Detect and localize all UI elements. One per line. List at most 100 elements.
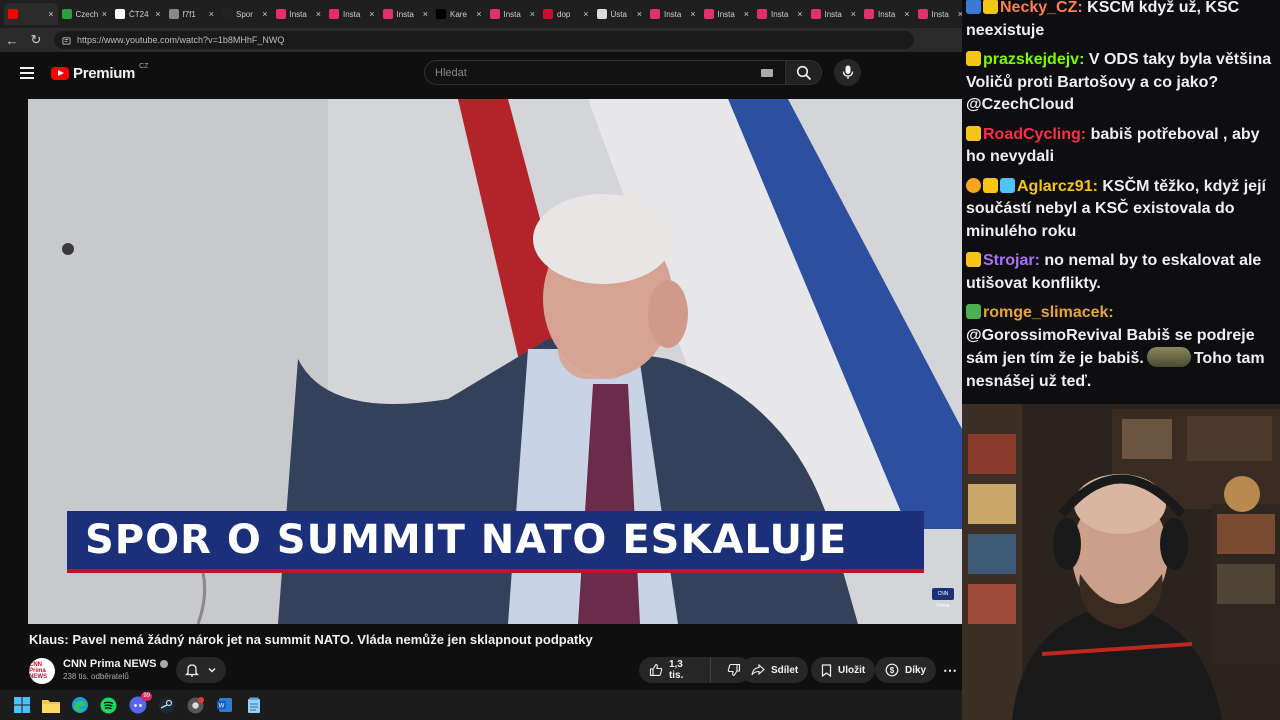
tab-label: Spor (236, 9, 253, 19)
tab-close-icon[interactable]: × (690, 9, 695, 19)
back-button[interactable]: ← (0, 33, 24, 48)
spotify-icon[interactable] (99, 696, 118, 715)
share-button[interactable]: Sdílet (741, 657, 809, 683)
edge-browser-icon[interactable] (70, 696, 89, 715)
tab-label: Insta (503, 9, 521, 19)
youtube-premium-logo[interactable]: Premium CZ (51, 63, 148, 82)
tab-label: Insta (717, 9, 735, 19)
tab-label: Insta (771, 9, 789, 19)
notepad-icon[interactable] (244, 696, 263, 715)
chat-badge-icon[interactable] (983, 177, 998, 193)
tab-close-icon[interactable]: × (209, 9, 214, 19)
browser-tab[interactable]: Ústa × (593, 3, 647, 25)
save-button[interactable]: Uložit (811, 657, 876, 683)
chat-badge-icon[interactable] (966, 51, 981, 66)
thumbs-down-icon (727, 663, 741, 677)
tab-close-icon[interactable]: × (369, 9, 374, 19)
chat-badge-icon[interactable] (1000, 177, 1015, 193)
taskbar: 99 W (0, 690, 962, 720)
tab-close-icon[interactable]: × (851, 9, 856, 19)
browser-tab[interactable]: Insta × (325, 3, 379, 25)
tab-close-icon[interactable]: × (744, 9, 749, 19)
channel-avatar[interactable]: CNN Prima NEWS (29, 658, 55, 684)
browser-tab[interactable]: Spor × (218, 3, 272, 25)
browser-tab[interactable]: dop × (539, 3, 593, 25)
video-player[interactable]: SPOR O SUMMIT NATO ESKALUJE CNN Prima (28, 99, 962, 624)
subscription-bell-button[interactable] (176, 657, 226, 683)
thanks-button[interactable]: $ Díky (875, 657, 937, 683)
search-input[interactable] (435, 66, 755, 79)
chat-username[interactable]: romge_slimacek (983, 304, 1108, 321)
more-actions-button[interactable]: ⋯ (937, 657, 963, 683)
channel-name-wrap[interactable]: CNN Prima NEWS (63, 658, 168, 670)
tab-close-icon[interactable]: × (476, 9, 481, 19)
tab-close-icon[interactable]: × (48, 9, 53, 19)
browser-tab[interactable]: Insta × (807, 3, 861, 25)
chrome-icon[interactable] (186, 696, 205, 715)
reload-button[interactable]: ↻ (24, 32, 48, 48)
chat-badge-icon[interactable] (983, 0, 998, 14)
chat-username[interactable]: RoadCycling (983, 126, 1081, 143)
tab-close-icon[interactable]: × (904, 9, 909, 19)
tab-favicon-icon (61, 9, 72, 19)
chat-badge-icon[interactable] (966, 252, 981, 267)
chat-badge-icon[interactable] (966, 304, 981, 319)
chat-badge-icon[interactable] (966, 125, 981, 141)
tab-label: dop (557, 9, 571, 19)
browser-tab[interactable]: × (4, 3, 58, 25)
url-field[interactable]: https://www.youtube.com/watch?v=1b8MHhF_… (54, 31, 914, 49)
live-chat: Necky_CZ: KSČM když už, KSČ neexistuje pr… (962, 0, 1280, 404)
browser-tab[interactable]: Insta × (646, 3, 700, 25)
chat-message: romge_slimacek: @GorossimoRevival Babiš … (966, 302, 1274, 393)
chat-username[interactable]: Strojar (983, 252, 1035, 269)
discord-notification-badge: 99 (141, 691, 152, 701)
tab-close-icon[interactable]: × (797, 9, 802, 19)
browser-tab[interactable]: Insta × (700, 3, 754, 25)
windows-start-icon[interactable] (12, 696, 31, 715)
browser-tab[interactable]: ČT24 × (111, 3, 165, 25)
chat-message: Necky_CZ: KSČM když už, KSČ neexistuje (966, 0, 1274, 42)
search-button[interactable] (785, 60, 822, 85)
keyboard-icon[interactable] (761, 69, 773, 77)
tab-close-icon[interactable]: × (423, 9, 428, 19)
tab-close-icon[interactable]: × (262, 9, 267, 19)
browser-tab[interactable]: Kare × (432, 3, 486, 25)
tab-label: Insta (878, 9, 896, 19)
tab-label: Czech (75, 9, 98, 19)
tab-label: Insta (824, 9, 842, 19)
browser-tab[interactable]: Insta × (379, 3, 433, 25)
browser-tab[interactable]: Insta × (753, 3, 807, 25)
chat-username[interactable]: Necky_CZ (1000, 0, 1077, 16)
browser-tab[interactable]: Czech × (58, 3, 112, 25)
steam-icon[interactable] (157, 696, 176, 715)
browser-tab[interactable]: Insta × (914, 3, 962, 25)
browser-window: × Czech × ČT24 × f7f1 × Spor × Insta × Insta × Insta ×… (0, 0, 963, 720)
word-icon[interactable]: W (215, 696, 234, 715)
chat-emote-icon (1146, 347, 1191, 367)
tab-close-icon[interactable]: × (530, 9, 535, 19)
file-explorer-icon[interactable] (41, 696, 60, 715)
chat-badge-icon[interactable] (966, 177, 981, 193)
browser-tab[interactable]: f7f1 × (165, 3, 219, 25)
microphone-icon (842, 65, 853, 79)
tab-close-icon[interactable]: × (637, 9, 642, 19)
browser-tab[interactable]: Insta × (272, 3, 326, 25)
tab-close-icon[interactable]: × (316, 9, 321, 19)
chat-username[interactable]: prazskejdejv (983, 51, 1079, 68)
browser-tab[interactable]: Insta × (486, 3, 540, 25)
chat-badge-icon[interactable] (966, 0, 981, 14)
tab-close-icon[interactable]: × (155, 9, 160, 19)
chat-message: Aglarcz91: KSČM těžko, když její součást… (966, 176, 1274, 244)
voice-search-button[interactable] (834, 59, 861, 86)
hamburger-menu-icon[interactable] (20, 67, 34, 79)
browser-tab[interactable]: Insta × (860, 3, 914, 25)
tab-close-icon[interactable]: × (102, 9, 107, 19)
tab-label: Insta (396, 9, 414, 19)
tab-favicon-icon (382, 9, 393, 19)
discord-icon[interactable]: 99 (128, 691, 152, 715)
tab-label: f7f1 (182, 9, 196, 19)
site-info-icon[interactable] (62, 36, 71, 45)
tab-close-icon[interactable]: × (583, 9, 588, 19)
like-button[interactable]: 1,3 tis. (639, 657, 711, 683)
chat-username[interactable]: Aglarcz91 (1017, 178, 1093, 195)
